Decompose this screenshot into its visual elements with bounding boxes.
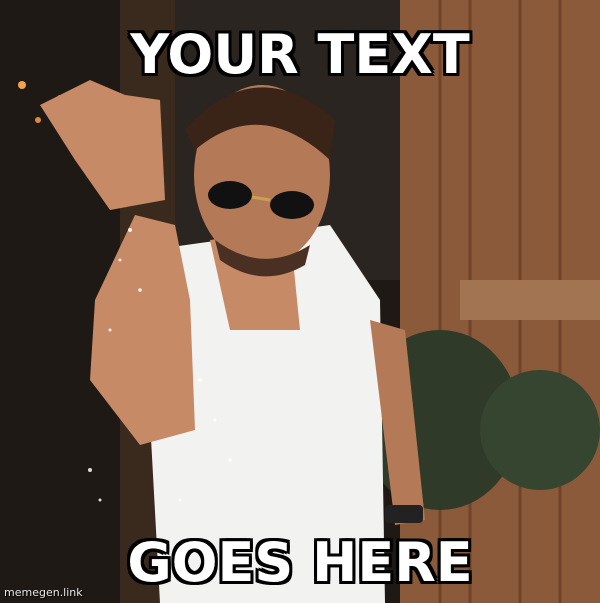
top-caption: YOUR TEXT bbox=[130, 23, 470, 86]
meme-canvas: YOUR TEXT GOES HERE memegen.link bbox=[0, 0, 600, 603]
meme-photo bbox=[0, 0, 600, 603]
watermark: memegen.link bbox=[4, 586, 83, 599]
bottom-caption: GOES HERE bbox=[127, 531, 473, 594]
